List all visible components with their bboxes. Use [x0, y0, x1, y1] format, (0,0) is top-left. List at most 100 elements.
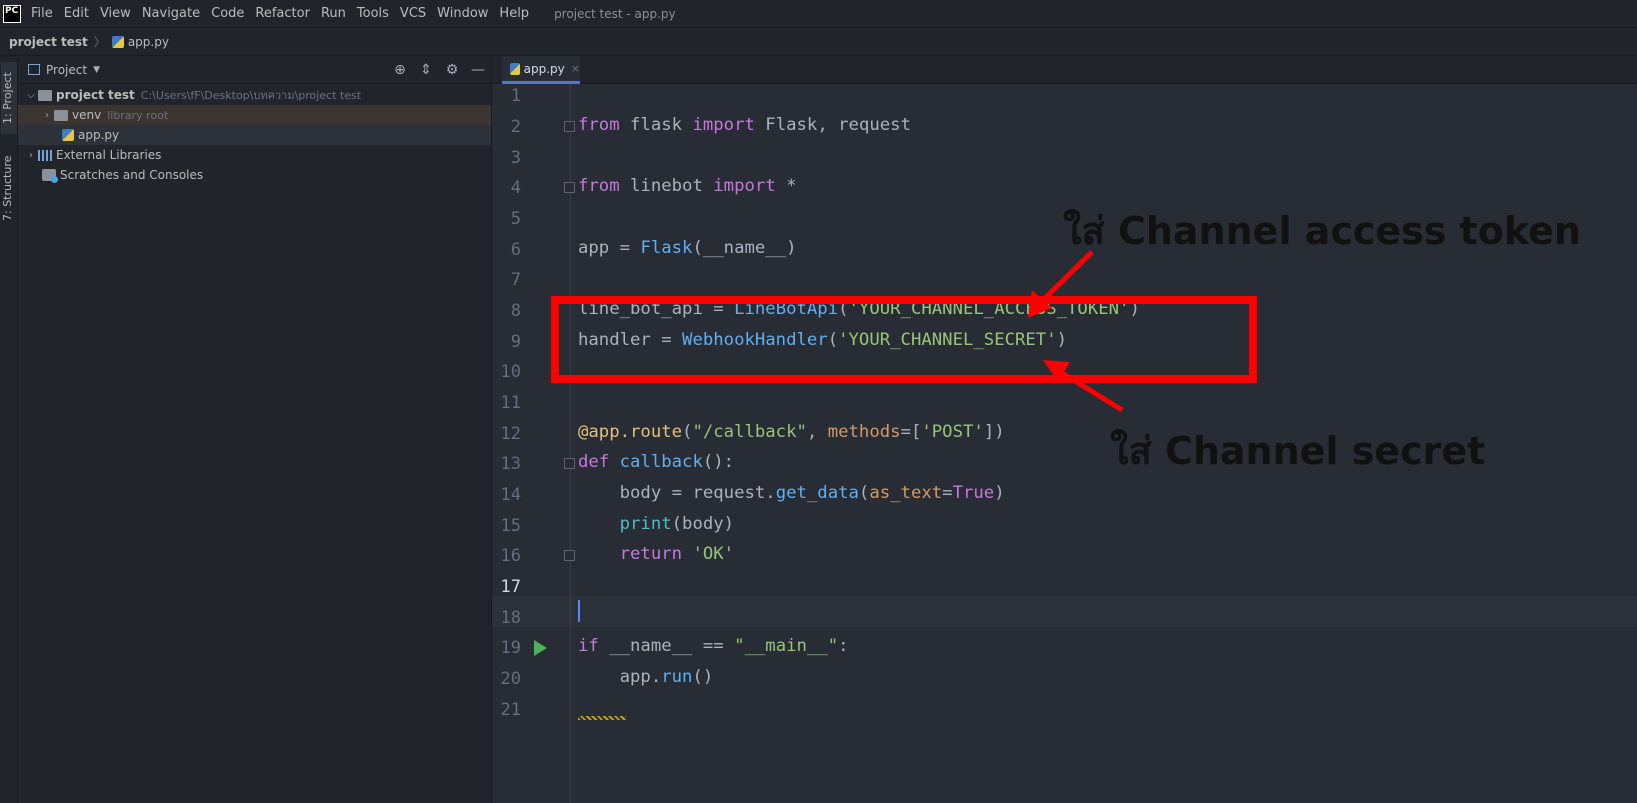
menu-code[interactable]: Code [211, 6, 244, 21]
gutter: 1 2 3 4 5 6 7 8 9 10 11 12 13 14 15 16 1… [492, 84, 570, 803]
highlight-box [551, 296, 1257, 383]
code-text: ]) [983, 422, 1005, 442]
breadcrumb-separator: 〉 [93, 35, 106, 49]
project-view-selector[interactable]: Project [46, 63, 87, 77]
menu-tools[interactable]: Tools [357, 6, 389, 21]
tree-item-venv[interactable]: › venv library root [18, 105, 491, 125]
code-line-15: print(body) [578, 514, 734, 534]
structure-tool-tab-label: 7: Structure [1, 155, 14, 221]
locate-icon[interactable]: ⊕ [387, 62, 413, 78]
line-number: 4 [510, 178, 521, 198]
code-text: =[ [900, 422, 922, 442]
tab-app-py[interactable]: app.py × [502, 56, 580, 84]
project-view-icon [28, 64, 40, 75]
menu-run[interactable]: Run [321, 6, 346, 21]
tree-item-app-py[interactable]: app.py [18, 125, 491, 145]
minimize-icon[interactable]: — [465, 62, 491, 78]
code-keyword: if [578, 636, 599, 656]
line-number: 14 [500, 485, 521, 505]
fold-marker-icon[interactable] [564, 458, 575, 469]
code-string: "/callback" [692, 422, 807, 442]
menu-help[interactable]: Help [499, 6, 529, 21]
library-icon [38, 149, 52, 161]
code-keyword: from [578, 115, 620, 135]
code-keyword: import [692, 115, 755, 135]
annotation-secret-label: ใส่ Channel secret [1110, 429, 1486, 473]
line-number: 2 [510, 117, 521, 137]
fold-marker-icon[interactable] [564, 121, 575, 132]
line-number: 12 [500, 424, 521, 444]
menu-navigate[interactable]: Navigate [142, 6, 200, 21]
code-text: () [692, 667, 714, 687]
project-panel: Project ▼ ⊕ ⇕ ⚙ — ⌵ project test C:\User… [18, 56, 492, 803]
code-keyword: from [578, 176, 620, 196]
menu-window[interactable]: Window [437, 6, 488, 21]
line-number: 1 [510, 86, 521, 106]
chevron-down-icon[interactable]: ▼ [93, 65, 100, 75]
line-number: 9 [510, 332, 521, 352]
tree-item-label: Scratches and Consoles [60, 168, 204, 182]
chevron-down-icon[interactable]: ⌵ [24, 90, 38, 101]
code-string: 'OK' [692, 544, 735, 564]
fold-marker-icon[interactable] [564, 182, 575, 193]
code-keyword: import [713, 176, 776, 196]
code-function: callback [619, 452, 703, 472]
code-text: = [942, 483, 953, 503]
project-tool-tab[interactable]: 1: Project [1, 62, 17, 134]
code-text: (body) [671, 514, 735, 534]
menu-view[interactable]: View [100, 6, 131, 21]
code-function: run [661, 667, 693, 687]
code-line-14: body = request.get_data(as_text=True) [578, 483, 1005, 503]
run-icon[interactable] [534, 640, 547, 656]
line-number: 15 [500, 516, 521, 536]
window-title: project test - app.py [554, 6, 676, 21]
line-number: 7 [510, 270, 521, 290]
code-string: "__main__" [734, 636, 839, 656]
tree-item-scratches[interactable]: Scratches and Consoles [18, 165, 491, 185]
code-text: : [838, 636, 849, 656]
code-text: app. [578, 667, 662, 687]
menu-bar: PC File Edit View Navigate Code Refactor… [0, 0, 1637, 28]
tab-label: app.py [523, 61, 565, 76]
menu-vcs[interactable]: VCS [400, 6, 426, 21]
menu-refactor[interactable]: Refactor [255, 6, 310, 21]
tree-item-label: app.py [78, 128, 120, 142]
code-text: flask [619, 115, 693, 135]
menu-edit[interactable]: Edit [64, 6, 89, 21]
chevron-right-icon[interactable]: › [24, 150, 38, 161]
line-number: 3 [510, 148, 521, 168]
annotation-token-label: ใส่ Channel access token [1063, 209, 1581, 253]
python-file-icon [510, 62, 520, 75]
tool-window-strip: 1: Project 7: Structure [0, 56, 18, 803]
code-text: __name__ == [598, 636, 735, 656]
code-text: ( [858, 483, 870, 503]
project-tool-tab-label: 1: Project [1, 72, 14, 124]
breadcrumb-project[interactable]: project test [9, 35, 88, 49]
gear-icon[interactable]: ⚙ [439, 62, 465, 78]
line-number: 16 [500, 546, 521, 566]
code-text: (__name__) [692, 238, 797, 258]
structure-tool-tab[interactable]: 7: Structure [1, 146, 17, 230]
code-line-2: from flask import Flask, request [578, 115, 911, 135]
line-number: 13 [500, 454, 521, 474]
python-file-icon [62, 129, 74, 141]
code-text: linebot [619, 176, 714, 196]
code-text: * [775, 176, 797, 196]
close-icon[interactable]: × [571, 62, 580, 75]
tree-item-project-root[interactable]: ⌵ project test C:\Users\fF\Desktop\บทควา… [18, 85, 491, 105]
line-number: 19 [500, 638, 521, 658]
chevron-right-icon[interactable]: › [40, 110, 54, 121]
tree-item-external-libraries[interactable]: › External Libraries [18, 145, 491, 165]
code-line-6: app = Flask(__name__) [578, 238, 797, 258]
breadcrumb-file[interactable]: app.py [128, 35, 169, 49]
tree-item-hint: library root [107, 108, 169, 122]
collapse-all-icon[interactable]: ⇕ [413, 62, 439, 78]
fold-marker-icon[interactable] [564, 550, 575, 561]
text-caret [578, 600, 580, 622]
code-text: , [806, 422, 828, 442]
line-number: 6 [510, 240, 521, 260]
menu-file[interactable]: File [31, 6, 53, 21]
pycharm-logo-icon: PC [3, 4, 21, 23]
